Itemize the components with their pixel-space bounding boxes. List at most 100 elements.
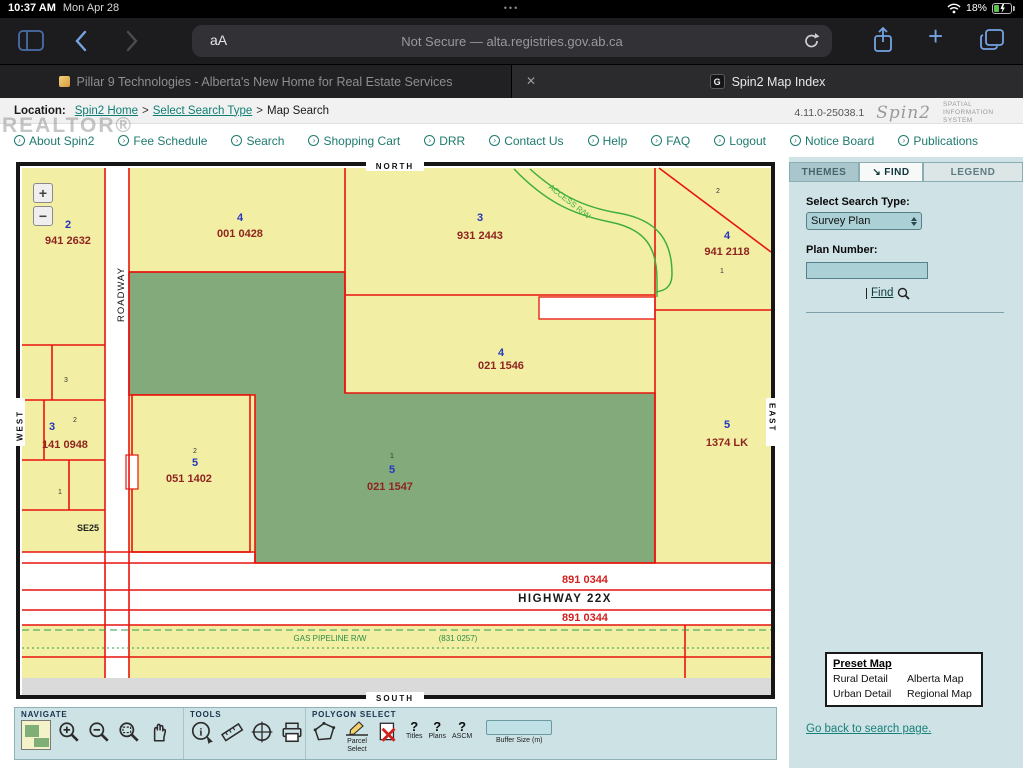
bullet-arrow-icon: › <box>790 135 801 146</box>
menu-contact-us[interactable]: ›Contact Us <box>489 134 563 148</box>
ipad-screen: 10:37 AM Mon Apr 28 ••• 18% <box>0 0 1023 768</box>
menu-publications[interactable]: ›Publications <box>898 134 978 148</box>
bullet-arrow-icon: › <box>651 135 662 146</box>
tab-find[interactable]: ↘ FIND <box>859 162 923 181</box>
spin2-logo: Spin2 <box>876 103 931 123</box>
preset-regional-map[interactable]: Regional Map <box>907 688 975 700</box>
find-button[interactable]: Find <box>871 287 893 299</box>
polygon-select-tool[interactable] <box>312 720 338 744</box>
gas-pipeline-label: GAS PIPELINE R/W <box>294 634 367 643</box>
zoom-in-tool[interactable] <box>57 720 81 744</box>
bullet-arrow-icon: › <box>898 135 909 146</box>
highway-plan-label: 891 0344 <box>562 574 609 586</box>
highway-name-label: HIGHWAY 22X <box>518 593 612 605</box>
question-icon: ? <box>458 720 466 733</box>
plan-label: 931 2443 <box>457 230 503 242</box>
lot-label: 5 <box>192 457 198 469</box>
plan-label: 1374 LK <box>706 437 748 449</box>
minor-lot-label: 1 <box>720 268 724 275</box>
version-number: 4.11.0-25038.1 <box>794 107 864 119</box>
tab-overview-icon[interactable] <box>980 29 1004 51</box>
preset-map-box: Preset Map Rural Detail Alberta Map Urba… <box>825 652 983 707</box>
tab-pillar9[interactable]: Pillar 9 Technologies - Alberta's New Ho… <box>0 65 512 98</box>
find-magnifier-icon[interactable] <box>897 287 910 300</box>
plan-label: 141 0948 <box>42 439 88 451</box>
menu-help[interactable]: ›Help <box>588 134 628 148</box>
divider <box>806 312 1004 313</box>
search-type-select[interactable]: Survey Plan <box>806 212 922 230</box>
tab-pillar9-label: Pillar 9 Technologies - Alberta's New Ho… <box>77 75 453 89</box>
clear-selection-tool[interactable] <box>376 720 400 744</box>
print-tool[interactable] <box>280 720 304 744</box>
bullet-arrow-icon: › <box>588 135 599 146</box>
lot-label: 5 <box>389 464 395 476</box>
map-canvas[interactable]: NORTH SOUTH WEST EAST ROADWAY ACCESS R/W… <box>14 160 777 703</box>
menu-fee-schedule[interactable]: ›Fee Schedule <box>118 134 207 148</box>
tab-spin2-active[interactable]: ✕ G Spin2 Map Index <box>512 65 1023 98</box>
menu-bar: ›About Spin2 ›Fee Schedule ›Search ›Shop… <box>0 124 1023 157</box>
multitask-dots-icon: ••• <box>0 3 1023 13</box>
minor-lot-label: 2 <box>193 448 197 455</box>
url-text: Not Secure — alta.registries.gov.ab.ca <box>192 34 832 49</box>
menu-search[interactable]: ›Search <box>231 134 284 148</box>
breadcrumb-spin2-home[interactable]: Spin2 Home <box>75 105 138 117</box>
plan-number-input[interactable] <box>806 262 928 279</box>
plan-number-label: Plan Number: <box>806 244 1007 256</box>
preset-alberta-map[interactable]: Alberta Map <box>907 673 975 685</box>
search-type-value: Survey Plan <box>811 215 870 227</box>
tab-bar: Pillar 9 Technologies - Alberta's New Ho… <box>0 64 1023 98</box>
zoom-window-tool[interactable] <box>117 720 141 744</box>
select-stepper-icon <box>911 217 917 226</box>
compass-north-label: NORTH <box>376 162 414 171</box>
search-type-label: Select Search Type: <box>806 196 1007 208</box>
wifi-icon <box>947 3 961 14</box>
buffer-size-input[interactable] <box>486 720 552 735</box>
minor-lot-label: 1 <box>390 453 394 460</box>
map-zoom-out-button[interactable]: − <box>33 206 53 226</box>
map-zoom-in-button[interactable]: + <box>33 183 53 203</box>
text-cursor-mark <box>866 288 867 299</box>
back-button-icon[interactable] <box>74 30 87 52</box>
menu-faq[interactable]: ›FAQ <box>651 134 690 148</box>
pan-hand-tool[interactable] <box>147 720 171 744</box>
menu-shopping-cart[interactable]: ›Shopping Cart <box>308 134 400 148</box>
lot-label: 4 <box>237 212 244 224</box>
menu-logout[interactable]: ›Logout <box>714 134 766 148</box>
new-tab-button[interactable]: + <box>928 21 943 52</box>
address-bar[interactable]: aA Not Secure — alta.registries.gov.ab.c… <box>192 25 832 57</box>
query-titles-button[interactable]: ? Titles <box>406 720 422 741</box>
highway-plan-label: 891 0344 <box>562 612 609 624</box>
tab-legend[interactable]: LEGEND <box>923 162 1023 181</box>
preset-rural-detail[interactable]: Rural Detail <box>833 673 901 685</box>
compass-east-label: EAST <box>768 403 777 432</box>
svg-text:i: i <box>199 726 202 738</box>
close-tab-icon[interactable]: ✕ <box>526 74 536 88</box>
preset-urban-detail[interactable]: Urban Detail <box>833 688 901 700</box>
reload-icon[interactable] <box>803 32 820 50</box>
share-icon[interactable] <box>872 26 894 54</box>
parcel-select-tool[interactable]: ParcelSelect <box>344 720 370 754</box>
plan-label: 021 1546 <box>478 360 524 372</box>
query-plans-button[interactable]: ? Plans <box>428 720 446 741</box>
breadcrumb-select-search-type[interactable]: Select Search Type <box>153 105 253 117</box>
bullet-arrow-icon: › <box>489 135 500 146</box>
menu-notice-board[interactable]: ›Notice Board <box>790 134 874 148</box>
measure-tool[interactable] <box>220 720 244 744</box>
spin2-favicon: G <box>710 74 725 89</box>
back-to-search-link[interactable]: Go back to search page. <box>806 723 931 735</box>
locate-coordinates-tool[interactable] <box>250 720 274 744</box>
location-bar: Location: Spin2 Home > Select Search Typ… <box>0 98 1023 124</box>
menu-drr[interactable]: ›DRR <box>424 134 465 148</box>
menu-about-spin2[interactable]: ›About Spin2 <box>14 134 94 148</box>
identify-tool[interactable]: i <box>190 720 214 744</box>
sidebar-toggle-icon[interactable] <box>18 30 44 51</box>
polygon-select-section-header: POLYGON SELECT <box>312 710 772 719</box>
query-ascm-button[interactable]: ? ASCM <box>452 720 472 741</box>
forward-button-icon[interactable] <box>126 30 139 52</box>
safari-toolbar: aA Not Secure — alta.registries.gov.ab.c… <box>0 18 1023 64</box>
overview-map-thumbnail[interactable] <box>21 720 51 750</box>
zoom-out-tool[interactable] <box>87 720 111 744</box>
breadcrumb-current: Map Search <box>267 105 329 117</box>
tab-themes[interactable]: THEMES <box>789 162 859 181</box>
tools-section-header: TOOLS <box>190 710 301 719</box>
